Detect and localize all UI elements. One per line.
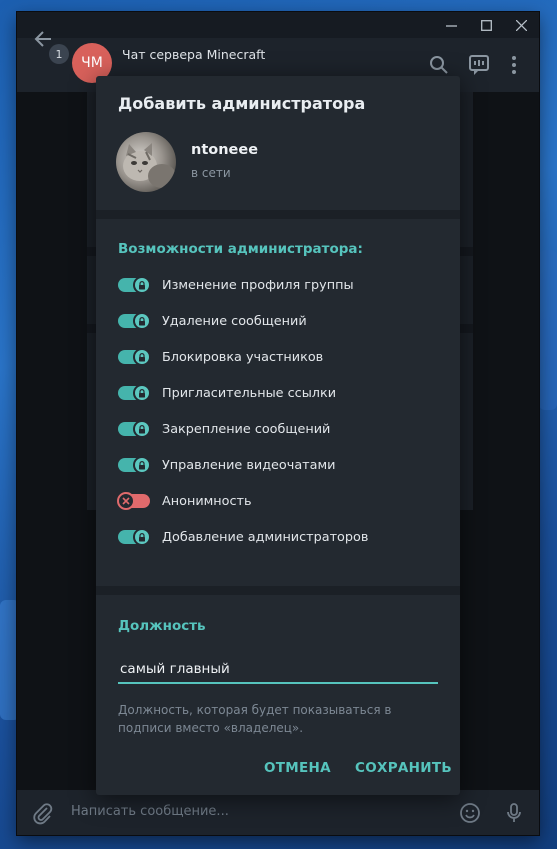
permission-label: Пригласительные ссылки [162, 385, 337, 401]
rank-hint: Должность, которая будет показываться в … [118, 703, 392, 735]
permission-row[interactable]: Закрепление сообщений [118, 419, 438, 439]
permission-label: Анонимность [162, 493, 252, 509]
cancel-button[interactable]: ОТМЕНА [264, 760, 331, 776]
user-status: в сети [191, 166, 231, 180]
user-name: ntoneee [191, 142, 259, 158]
maximize-icon [481, 19, 492, 31]
unread-badge: 1 [49, 44, 69, 64]
permission-label: Изменение профиля группы [162, 277, 354, 293]
save-button[interactable]: СОХРАНИТЬ [355, 760, 452, 776]
lock-icon [133, 384, 151, 402]
permission-toggle[interactable] [118, 276, 151, 294]
message-input[interactable]: Написать сообщение... [71, 804, 229, 819]
permission-label: Удаление сообщений [162, 313, 307, 329]
emoji-icon[interactable] [458, 801, 482, 825]
lock-icon [133, 528, 151, 546]
minimize-button[interactable] [434, 12, 469, 38]
permission-toggle[interactable] [118, 420, 151, 438]
add-admin-dialog: Добавить администратора ntoneee в сети В… [96, 76, 460, 795]
attach-icon[interactable] [31, 801, 55, 825]
more-options-icon[interactable] [503, 54, 525, 76]
permissions-title: Возможности администратора: [118, 241, 363, 257]
close-window-button[interactable] [504, 12, 539, 38]
dialog-title: Добавить администратора [118, 94, 366, 113]
permission-row[interactable]: Удаление сообщений [118, 311, 438, 331]
comments-icon[interactable] [468, 54, 490, 76]
lock-icon [133, 312, 151, 330]
permission-toggle[interactable] [117, 492, 150, 510]
microphone-icon[interactable] [502, 801, 526, 825]
rank-input[interactable] [118, 656, 438, 684]
permission-label: Блокировка участников [162, 349, 324, 365]
lock-icon [133, 420, 151, 438]
permission-label: Закрепление сообщений [162, 421, 331, 437]
permission-toggle[interactable] [118, 528, 151, 546]
close-icon [516, 19, 527, 31]
permission-row[interactable]: Управление видеочатами [118, 455, 438, 475]
minimize-icon [446, 24, 457, 27]
search-icon[interactable] [428, 54, 450, 76]
message-composer: Написать сообщение... [17, 790, 539, 835]
section-divider [96, 586, 460, 595]
permission-toggle[interactable] [118, 312, 151, 330]
user-avatar [116, 132, 176, 192]
chat-title[interactable]: Чат сервера Minecraft [122, 47, 265, 62]
permission-toggle[interactable] [118, 348, 151, 366]
lock-icon [133, 348, 151, 366]
close-icon [117, 492, 135, 510]
maximize-button[interactable] [469, 12, 504, 38]
desktop-background-shape [539, 250, 557, 410]
permission-row[interactable]: Пригласительные ссылки [118, 383, 438, 403]
permission-row[interactable]: Анонимность [117, 491, 438, 511]
permission-row[interactable]: Изменение профиля группы [118, 275, 438, 295]
rank-label: Должность [118, 618, 206, 634]
permission-row[interactable]: Добавление администраторов [118, 527, 438, 547]
permission-toggle[interactable] [118, 384, 151, 402]
lock-icon [133, 456, 151, 474]
permission-label: Управление видеочатами [162, 457, 336, 473]
lock-icon [133, 276, 151, 294]
section-divider [96, 210, 460, 219]
permission-label: Добавление администраторов [162, 529, 369, 545]
window-titlebar [17, 12, 539, 38]
cat-photo [123, 143, 176, 188]
permission-row[interactable]: Блокировка участников [118, 347, 438, 367]
permission-toggle[interactable] [118, 456, 151, 474]
